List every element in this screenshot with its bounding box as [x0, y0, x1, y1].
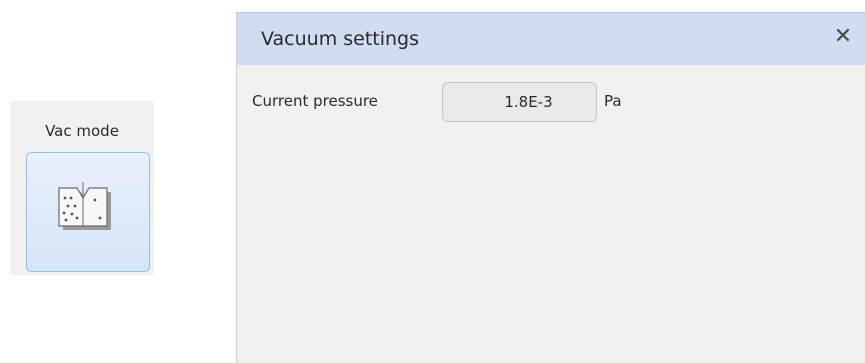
vacuum-settings-dialog: Vacuum settings ✕ Current pressure 1.8E-… — [236, 12, 865, 363]
dialog-header: Vacuum settings ✕ — [237, 12, 865, 65]
pressure-unit: Pa — [604, 92, 622, 110]
vac-mode-title: Vac mode — [45, 122, 119, 140]
pressure-label: Current pressure — [252, 92, 378, 110]
vac-mode-button[interactable] — [26, 152, 150, 272]
stage: Vac mode Vacuum settings ✕ Current press… — [0, 0, 865, 363]
vac-mode-panel: Vac mode — [10, 101, 154, 275]
dialog-title: Vacuum settings — [261, 28, 420, 50]
vacuum-chamber-icon — [58, 182, 111, 230]
pressure-value-field: 1.8E-3 — [442, 82, 597, 122]
close-icon[interactable]: ✕ — [831, 24, 855, 50]
